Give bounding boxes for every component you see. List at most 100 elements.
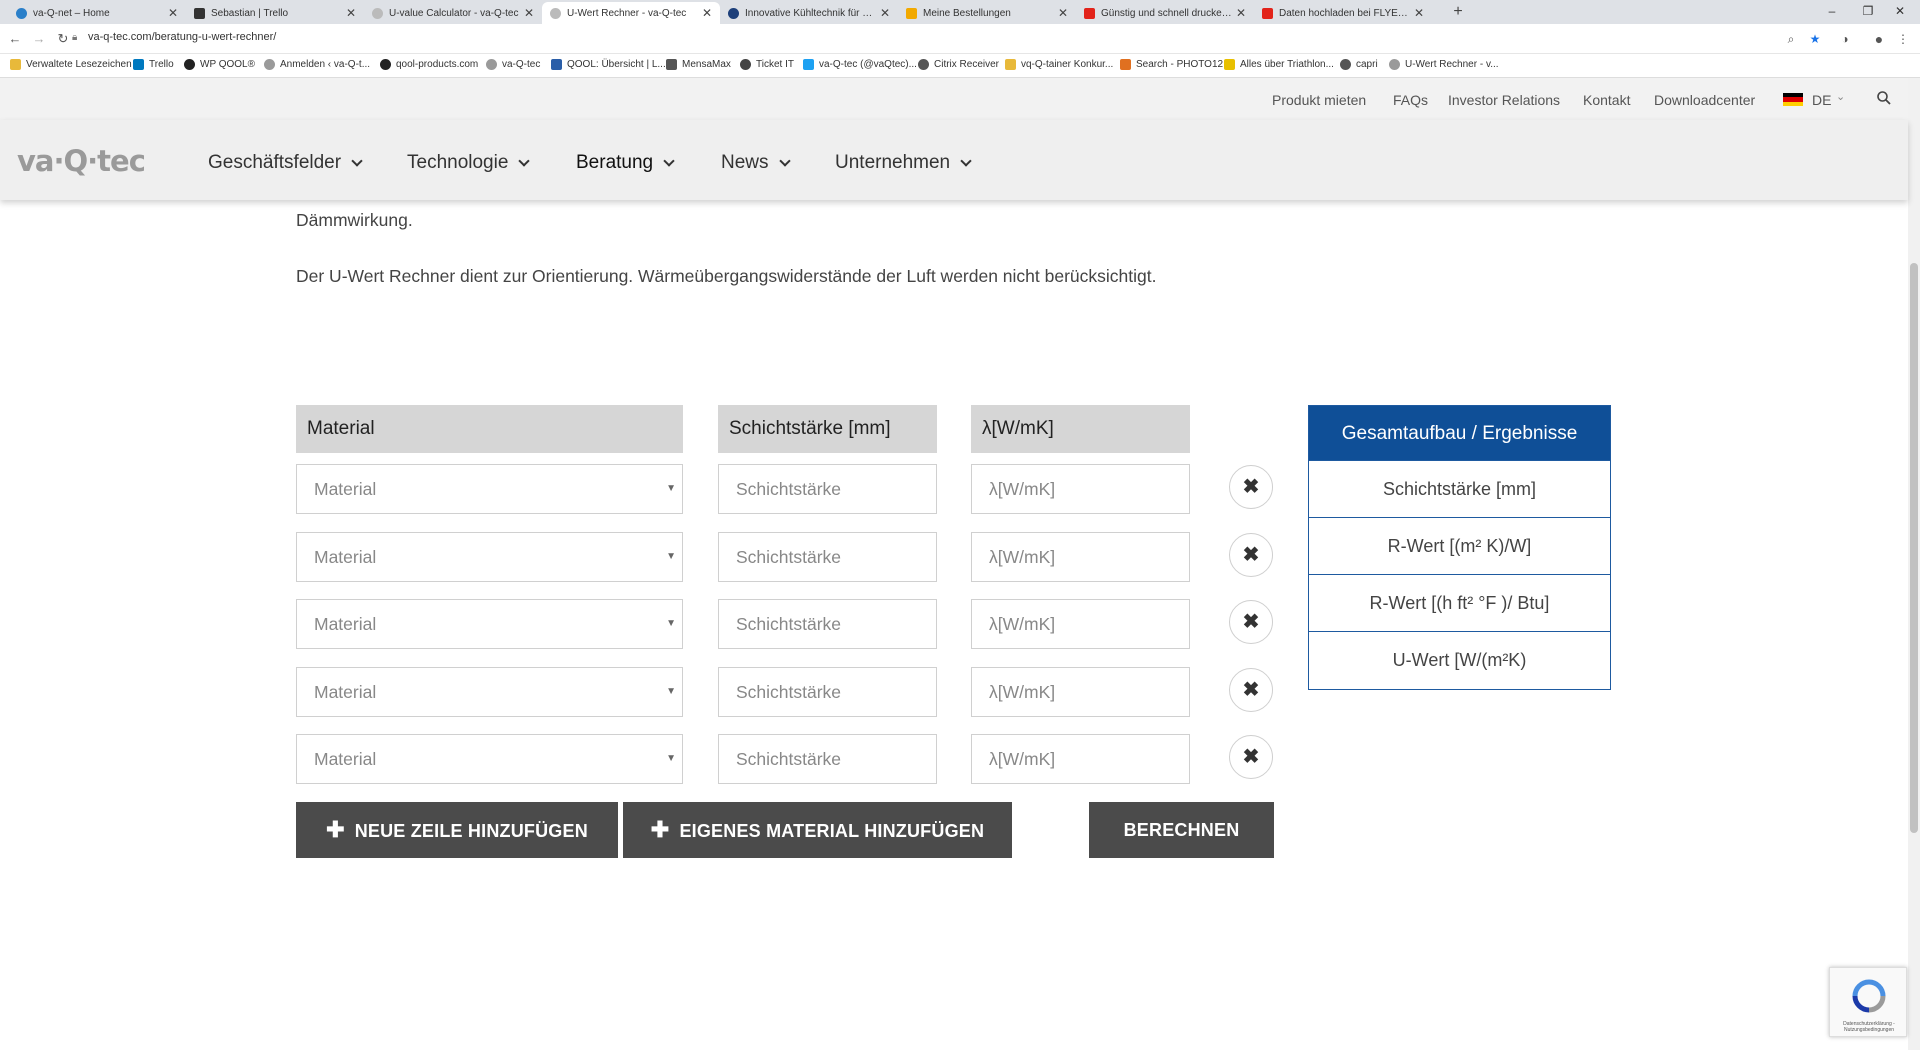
remove-row-close-icon[interactable]: ✖ xyxy=(1229,533,1273,577)
link-produkt-mieten[interactable]: Produkt mieten xyxy=(1272,92,1366,108)
browser-menu-icon[interactable]: ⋮ xyxy=(1894,30,1912,48)
bookmark-item[interactable]: qool-products.com xyxy=(380,59,478,70)
remove-row-close-icon[interactable]: ✖ xyxy=(1229,600,1273,644)
bookmark-item[interactable]: Ticket IT xyxy=(740,59,794,70)
bookmark-item[interactable]: QOOL: Übersicht | L... xyxy=(551,59,666,70)
recaptcha-text[interactable]: Datenschutzerklärung - Nutzungsbedingung… xyxy=(1830,1021,1908,1033)
url-field[interactable]: va-q-tec.com/beratung-u-wert-rechner/ xyxy=(88,31,276,43)
chevron-down-icon xyxy=(960,155,972,167)
remove-row-close-icon[interactable]: ✖ xyxy=(1229,668,1273,712)
link-kontakt[interactable]: Kontakt xyxy=(1583,92,1630,108)
german-flag-icon[interactable] xyxy=(1783,93,1803,106)
material-select[interactable]: Material ▼ xyxy=(296,734,683,784)
close-tab-icon[interactable]: ✕ xyxy=(168,6,178,20)
bookmark-item[interactable]: Citrix Receiver xyxy=(918,59,999,70)
qool-icon xyxy=(551,59,562,70)
triathlon-icon xyxy=(1224,59,1235,70)
bookmark-item[interactable]: MensaMax xyxy=(666,59,731,70)
lambda-input[interactable]: λ[W/mK] xyxy=(971,667,1190,717)
link-downloadcenter[interactable]: Downloadcenter xyxy=(1654,92,1755,108)
close-tab-icon[interactable]: ✕ xyxy=(1058,6,1068,20)
zoom-icon[interactable]: ⌕ xyxy=(1782,30,1800,48)
bookmark-item[interactable]: WP QOOL® xyxy=(184,59,255,70)
scrollbar-thumb[interactable] xyxy=(1910,263,1918,833)
recaptcha-logo-icon xyxy=(1852,979,1886,1013)
link-faqs[interactable]: FAQs xyxy=(1393,92,1428,108)
browser-tab[interactable]: Günstig und schnell drucken bei ✕ xyxy=(1076,2,1254,24)
add-row-button[interactable]: ✚ NEUE ZEILE HINZUFÜGEN xyxy=(296,802,618,858)
chevron-down-icon[interactable]: ⌄ xyxy=(1836,90,1845,103)
bookmark-item[interactable]: Search - PHOTO12 xyxy=(1120,59,1223,70)
tab-label: Meine Bestellungen xyxy=(923,7,1011,19)
thickness-input[interactable]: Schichtstärke xyxy=(718,734,937,784)
back-arrow-icon[interactable]: ← xyxy=(6,30,24,48)
browser-tab[interactable]: Meine Bestellungen ✕ xyxy=(898,2,1076,24)
bookmark-item[interactable]: vq-Q-tainer Konkur... xyxy=(1005,59,1113,70)
close-tab-icon[interactable]: ✕ xyxy=(1414,6,1424,20)
remove-row-close-icon[interactable]: ✖ xyxy=(1229,735,1273,779)
browser-tab[interactable]: Daten hochladen bei FLYERALAR ✕ xyxy=(1254,2,1432,24)
browser-tab[interactable]: Sebastian | Trello ✕ xyxy=(186,2,364,24)
results-panel: Gesamtaufbau / Ergebnisse Schichtstärke … xyxy=(1308,405,1611,690)
bookmark-item[interactable]: va-Q-tec xyxy=(486,59,540,70)
search-icon[interactable] xyxy=(1876,90,1892,106)
bookmark-label: vq-Q-tainer Konkur... xyxy=(1021,59,1114,70)
language-selector[interactable]: DE xyxy=(1812,92,1831,108)
browser-tab-active[interactable]: U-Wert Rechner - va-Q-tec ✕ xyxy=(542,2,720,24)
nav-label: News xyxy=(721,152,769,173)
new-tab-plus-icon[interactable]: + xyxy=(1448,2,1468,22)
close-window-icon[interactable]: ✕ xyxy=(1878,0,1920,24)
close-tab-icon[interactable]: ✕ xyxy=(346,6,356,20)
nav-beratung[interactable]: Beratung xyxy=(576,152,675,174)
lambda-input[interactable]: λ[W/mK] xyxy=(971,599,1190,649)
thickness-input[interactable]: Schichtstärke xyxy=(718,599,937,649)
material-select[interactable]: Material ▼ xyxy=(296,532,683,582)
bookmark-item[interactable]: Alles über Triathlon... xyxy=(1224,59,1334,70)
close-tab-icon[interactable]: ✕ xyxy=(702,6,712,20)
forward-arrow-icon[interactable]: → xyxy=(30,30,48,48)
va-q-tec-logo[interactable]: va·Q·tec xyxy=(17,144,146,178)
nav-geschaeftsfelder[interactable]: Geschäftsfelder xyxy=(208,152,363,174)
bookmark-item[interactable]: Trello xyxy=(133,59,174,70)
bookmark-item[interactable]: Anmelden ‹ va-Q-t... xyxy=(264,59,370,70)
lambda-input[interactable]: λ[W/mK] xyxy=(971,734,1190,784)
close-tab-icon[interactable]: ✕ xyxy=(880,6,890,20)
browser-tab-bar: va-Q-net – Home ✕ Sebastian | Trello ✕ U… xyxy=(0,0,1920,24)
add-material-button[interactable]: ✚ EIGENES MATERIAL HINZUFÜGEN xyxy=(623,802,1012,858)
browser-tab[interactable]: va-Q-net – Home ✕ xyxy=(8,2,186,24)
browser-tab[interactable]: U-value Calculator - va-Q-tec ✕ xyxy=(364,2,542,24)
result-r-value-si: R-Wert [(m² K)/W] xyxy=(1309,518,1610,575)
recaptcha-badge[interactable]: Datenschutzerklärung - Nutzungsbedingung… xyxy=(1829,967,1907,1037)
bookmark-item[interactable]: va-Q-tec (@vaQtec)... xyxy=(803,59,917,70)
nav-technologie[interactable]: Technologie xyxy=(407,152,531,174)
bookmark-star-icon[interactable]: ★ xyxy=(1806,30,1824,48)
lambda-input[interactable]: λ[W/mK] xyxy=(971,532,1190,582)
nav-unternehmen[interactable]: Unternehmen xyxy=(835,152,972,174)
remove-row-close-icon[interactable]: ✖ xyxy=(1229,465,1273,509)
thickness-input[interactable]: Schichtstärke xyxy=(718,667,937,717)
bookmark-item[interactable]: capri xyxy=(1340,59,1378,70)
link-investor-relations[interactable]: Investor Relations xyxy=(1448,92,1560,108)
extension-icon[interactable]: ◑ xyxy=(1836,30,1854,48)
plus-icon: ✚ xyxy=(650,817,670,842)
result-r-value-imperial: R-Wert [(h ft² °F )/ Btu] xyxy=(1309,575,1610,632)
reload-icon[interactable]: ↻ xyxy=(54,30,72,48)
material-select[interactable]: Material ▼ xyxy=(296,464,683,514)
globe-icon xyxy=(740,59,751,70)
close-tab-icon[interactable]: ✕ xyxy=(1236,6,1246,20)
material-select-value: Material xyxy=(314,614,377,634)
material-select[interactable]: Material ▼ xyxy=(296,667,683,717)
nav-news[interactable]: News xyxy=(721,152,791,174)
bookmark-item[interactable]: Verwaltete Lesezeichen xyxy=(10,59,132,70)
lock-icon[interactable]: 🔒︎ xyxy=(72,32,82,43)
material-select[interactable]: Material ▼ xyxy=(296,599,683,649)
thickness-input[interactable]: Schichtstärke xyxy=(718,464,937,514)
browser-tab[interactable]: Innovative Kühltechnik für den A ✕ xyxy=(720,2,898,24)
profile-avatar-icon[interactable]: ● xyxy=(1870,30,1888,48)
page-scrollbar[interactable] xyxy=(1908,78,1920,1050)
lambda-input[interactable]: λ[W/mK] xyxy=(971,464,1190,514)
bookmark-item[interactable]: U-Wert Rechner - v... xyxy=(1389,59,1499,70)
thickness-input[interactable]: Schichtstärke xyxy=(718,532,937,582)
calculate-button[interactable]: BERECHNEN xyxy=(1089,802,1274,858)
close-tab-icon[interactable]: ✕ xyxy=(524,6,534,20)
